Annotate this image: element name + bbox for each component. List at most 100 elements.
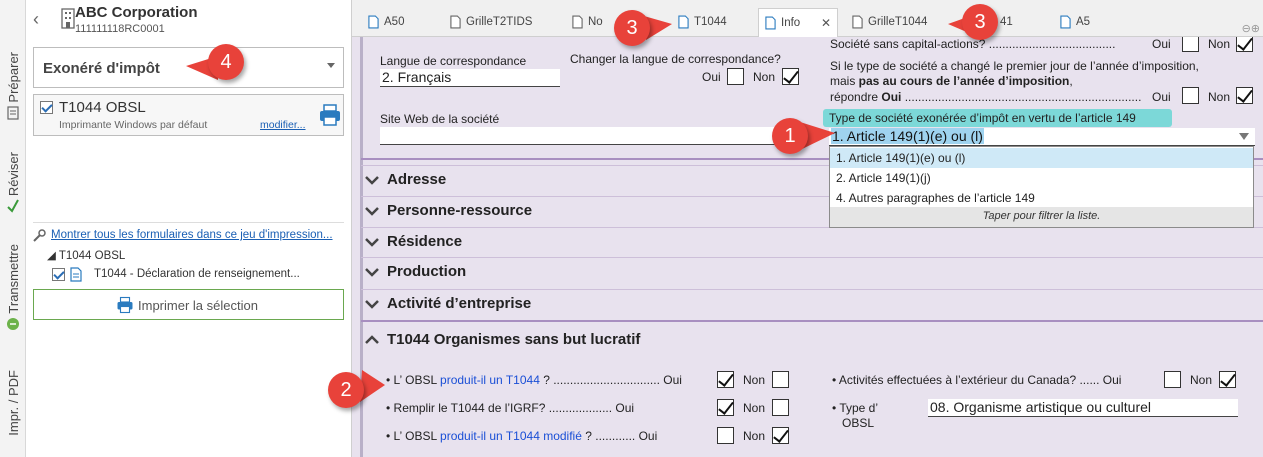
q1-non: Non — [743, 373, 766, 387]
no-share-non-checkbox[interactable] — [1236, 37, 1253, 52]
q1-non-checkbox[interactable] — [772, 371, 789, 388]
printer-icon[interactable] — [318, 103, 342, 127]
callout-badge: 3 — [962, 4, 998, 40]
rail-item-prepare[interactable]: Préparer — [0, 52, 26, 120]
q3-oui-checkbox[interactable] — [717, 427, 734, 444]
printer-card-title: T1044 OBSL — [59, 99, 146, 116]
q4-oui-checkbox[interactable] — [1164, 371, 1181, 388]
section-title: Activité d’entreprise — [387, 295, 532, 312]
obsl-type-field[interactable]: 08. Organisme artistique ou culturel — [928, 399, 1238, 417]
tab-label: 41 — [1000, 16, 1013, 28]
tab-a50[interactable]: A50 — [368, 8, 428, 37]
tab-t1044[interactable]: T1044 — [678, 8, 748, 37]
q4-non: Non — [1190, 373, 1213, 387]
document-icon — [450, 15, 461, 29]
q1-oui-checkbox[interactable] — [717, 371, 734, 388]
section-production[interactable]: Production — [361, 257, 1263, 286]
change-lang-non-checkbox[interactable] — [782, 68, 799, 85]
change-lang-oui-checkbox[interactable] — [727, 68, 744, 85]
chevron-down-icon — [327, 63, 335, 68]
q1-link[interactable]: produit-il un T1044 — [440, 373, 540, 387]
lang-field[interactable]: 2. Français — [380, 69, 560, 87]
tab-grillet1044[interactable]: GrilleT1044 — [852, 8, 942, 37]
type-changed-non-checkbox[interactable] — [1236, 87, 1253, 104]
print-set-select[interactable]: Exonéré d'impôt — [33, 47, 344, 88]
website-label: Site Web de la société — [380, 112, 500, 126]
tab-41[interactable]: 41 — [1000, 8, 1030, 37]
rail-item-review[interactable]: Réviser — [0, 152, 26, 213]
collapse-panel-icon[interactable]: ‹ — [33, 10, 39, 28]
vertical-nav-rail: Préparer Réviser Transmettre Impr. / PDF — [0, 0, 26, 457]
dropdown-option[interactable]: 2. Article 149(1)(j) — [830, 168, 1253, 188]
printer-card-checkbox[interactable] — [40, 101, 53, 114]
tab-label: A50 — [384, 16, 405, 28]
close-icon[interactable]: ✕ — [821, 16, 831, 30]
tab-label: A5 — [1076, 16, 1091, 28]
print-selection-button[interactable]: Imprimer la sélection — [33, 289, 344, 320]
q3-question: • L’ OBSL produit-il un T1044 modifié ? … — [386, 429, 658, 443]
print-selection-label: Imprimer la sélection — [138, 298, 258, 313]
dropdown-option[interactable]: 4. Autres paragraphes de l’article 149 — [830, 188, 1253, 208]
tab-no[interactable]: No — [572, 8, 612, 37]
panel-divider — [33, 222, 344, 223]
type-changed-oui-checkbox[interactable] — [1182, 87, 1199, 104]
exempt-type-select[interactable]: 1. Article 149(1)(e) ou (l) — [829, 128, 1255, 146]
wrench-icon — [33, 229, 46, 242]
document-icon — [765, 16, 776, 30]
exempt-type-dropdown-list: 1. Article 149(1)(e) ou (l) 2. Article 1… — [829, 146, 1254, 228]
tree-root-label[interactable]: ◢ T1044 OBSL — [47, 248, 125, 262]
rail-label-transmit: Transmettre — [5, 244, 21, 314]
show-all-forms-link[interactable]: Montrer tous les formulaires dans ce jeu… — [51, 229, 333, 241]
section-t1044[interactable]: T1044 Organismes sans but lucratif — [361, 326, 1263, 355]
tab-label: GrilleT1044 — [868, 16, 928, 28]
tab-label: No — [588, 16, 603, 28]
printer-icon — [117, 296, 133, 314]
q2-question: • Remplir le T1044 de l’IGRF? ..........… — [386, 401, 635, 415]
website-field[interactable] — [380, 127, 790, 145]
change-lang-non: Non — [753, 70, 776, 84]
chevron-down-icon — [365, 207, 379, 216]
rail-label-review: Réviser — [5, 152, 21, 197]
q3-non-checkbox[interactable] — [772, 427, 789, 444]
q2-non: Non — [743, 401, 766, 415]
document-icon — [1060, 15, 1071, 29]
type-changed-line2: mais pas au cours de l’année d’impositio… — [830, 74, 1073, 88]
section-activite[interactable]: Activité d’entreprise — [361, 289, 1263, 318]
callout-badge: 4 — [208, 44, 244, 80]
company-number: 111111118RC0001 — [75, 23, 165, 35]
section-title: Résidence — [387, 233, 463, 250]
form-icon — [7, 105, 19, 120]
tab-a5[interactable]: A5 — [1060, 8, 1110, 37]
tree-item-checkbox[interactable] — [52, 268, 65, 281]
printer-modify-link[interactable]: modifier... — [260, 119, 306, 131]
q3-link[interactable]: produit-il un T1044 modifié — [440, 429, 582, 443]
printer-card-subtitle: Imprimante Windows par défaut — [59, 119, 208, 131]
change-lang-label: Changer la langue de correspondance? — [570, 52, 781, 66]
q4-non-checkbox[interactable] — [1219, 371, 1236, 388]
chevron-down-icon[interactable] — [1239, 133, 1249, 140]
exempt-type-value: 1. Article 149(1)(e) ou (l) — [831, 128, 984, 144]
print-panel: ‹ ABC Corporation 111111118RC0001 Exonér… — [26, 0, 352, 457]
no-share-oui-checkbox[interactable] — [1182, 37, 1199, 52]
tree-item-t1044[interactable]: T1044 - Déclaration de renseignement... — [52, 266, 344, 284]
tree-expand-icon[interactable]: ◢ — [47, 250, 59, 262]
tab-grillet2tids[interactable]: GrilleT2TIDS — [450, 8, 550, 37]
callout-badge: 1 — [772, 118, 808, 154]
section-title: Adresse — [387, 171, 447, 188]
dropdown-option[interactable]: 1. Article 149(1)(e) ou (l) — [830, 148, 1253, 168]
q2-non-checkbox[interactable] — [772, 399, 789, 416]
tab-info[interactable]: Info ✕ — [758, 8, 838, 37]
chevron-down-icon — [365, 300, 379, 309]
type-changed-bold: pas au cours de l’année d’imposition — [858, 74, 1070, 88]
q2-oui-checkbox[interactable] — [717, 399, 734, 416]
section-residence[interactable]: Résidence — [361, 227, 1263, 256]
chevron-down-icon — [365, 268, 379, 277]
type-changed-bold: Oui — [881, 90, 902, 104]
print-set-value: Exonéré d'impôt — [43, 60, 160, 77]
rail-item-print-pdf[interactable]: Impr. / PDF — [0, 370, 26, 436]
section-title: T1044 Organismes sans but lucratif — [387, 331, 641, 348]
change-lang-oui: Oui — [702, 70, 721, 84]
callout-badge: 2 — [328, 372, 364, 408]
tab-scroll-arrows-icon[interactable]: ⊖⊕ — [1242, 22, 1260, 35]
rail-item-transmit[interactable]: Transmettre — [0, 244, 26, 331]
